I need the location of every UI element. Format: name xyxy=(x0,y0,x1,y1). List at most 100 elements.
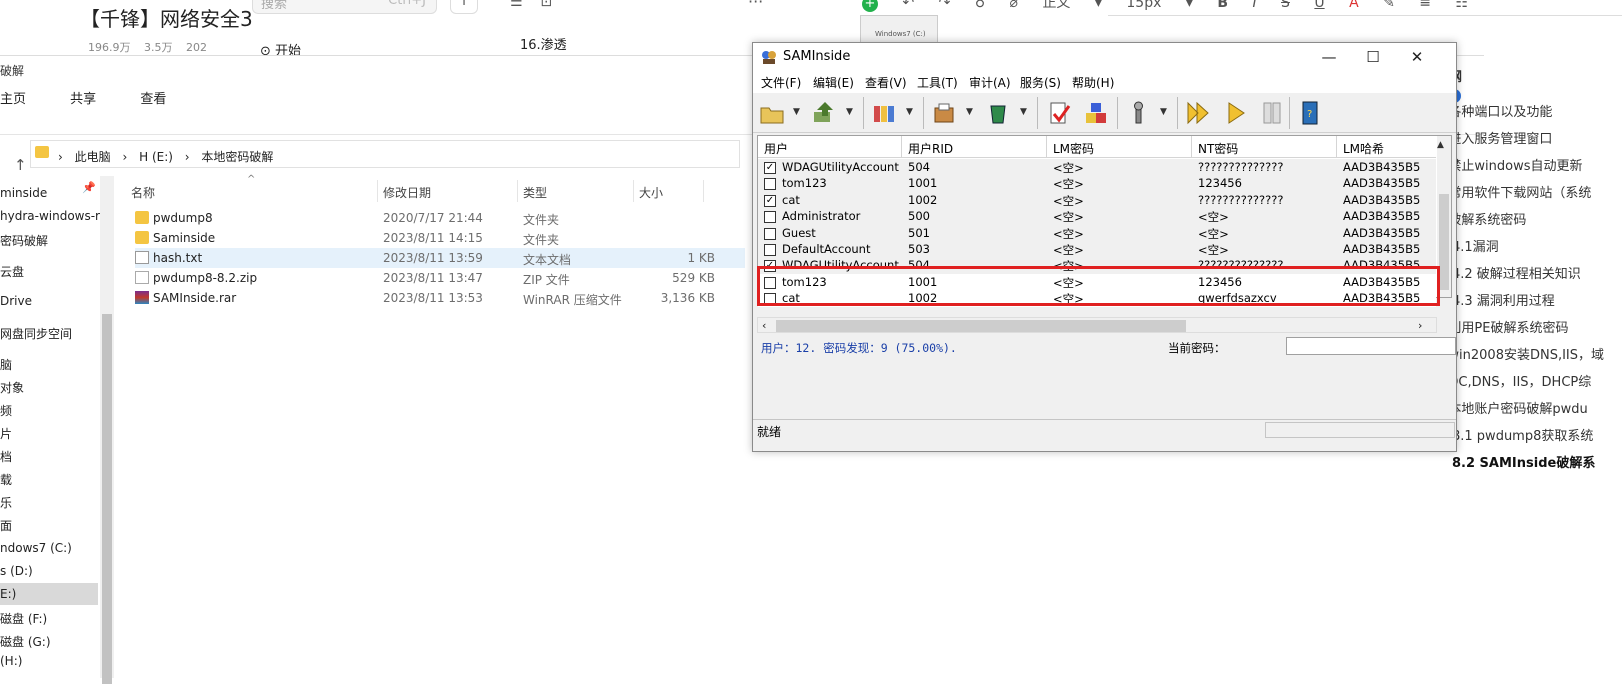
column-divider[interactable] xyxy=(901,136,902,158)
sidebar-item[interactable]: 片 xyxy=(0,425,12,442)
column-divider[interactable] xyxy=(377,180,378,202)
ribbon-tab-share[interactable]: 共享 xyxy=(70,92,96,107)
menu-item[interactable]: 审计(A) xyxy=(969,74,1011,91)
grid-row[interactable]: tom123 1001 <空> 123456 AAD3B435B5 xyxy=(758,175,1436,193)
sidebar-item[interactable]: 脑 xyxy=(0,356,12,373)
cubes-icon[interactable] xyxy=(1083,100,1109,126)
outline-item[interactable]: 4.3 漏洞利用过程 xyxy=(1452,290,1555,309)
strikethrough-icon[interactable]: S xyxy=(1281,0,1290,11)
breadcrumb-item[interactable]: H (E:) xyxy=(139,150,173,164)
column-rid[interactable]: 用户RID xyxy=(908,140,953,157)
ribbon-tab-home[interactable]: 主页 xyxy=(0,92,26,107)
align-icon[interactable]: ≡ xyxy=(1419,0,1431,11)
column-divider[interactable] xyxy=(517,180,518,202)
import-icon[interactable] xyxy=(811,100,837,126)
row-checkbox[interactable]: ✓ xyxy=(764,194,776,207)
column-lm-hash[interactable]: LM哈希 xyxy=(1343,140,1384,157)
vertical-scroll-thumb[interactable] xyxy=(1439,194,1449,290)
open-folder-icon[interactable] xyxy=(759,100,785,126)
grid-row[interactable]: ✓ WDAGUtilityAccount 504 <空>?????????????? A… xyxy=(758,159,1436,176)
sidebar-item[interactable]: 频 xyxy=(0,402,12,419)
paragraph-style-select[interactable]: 正文 ▾ xyxy=(1042,0,1101,12)
menu-item[interactable]: 文件(F) xyxy=(761,74,801,91)
dropdown-arrow-icon[interactable]: ▼ xyxy=(966,107,973,117)
grid-row[interactable]: ✓ cat 1002 <空>?????????????? AAD3B435B5 xyxy=(758,191,1436,209)
sidebar-item[interactable]: 磁盘 (F:) xyxy=(0,610,47,627)
row-checkbox[interactable] xyxy=(764,244,776,256)
menu-item[interactable]: 查看(V) xyxy=(865,74,907,91)
file-row[interactable]: pwdump8 2020/7/17 21:44 文件夹 xyxy=(135,208,745,228)
column-divider[interactable] xyxy=(1046,136,1047,158)
dropdown-arrow-icon[interactable]: ▼ xyxy=(793,107,800,117)
column-lm-password[interactable]: LM密码 xyxy=(1053,140,1094,157)
sidebar-item[interactable]: 乐 xyxy=(0,494,12,511)
breadcrumb-item[interactable]: 本地密码破解 xyxy=(201,150,273,164)
column-nt-password[interactable]: NT密码 xyxy=(1198,140,1238,157)
column-date[interactable]: 修改日期 xyxy=(383,184,431,201)
sidebar-item[interactable]: 云盘 xyxy=(0,263,24,280)
sidebar-item[interactable]: 网盘同步空间 xyxy=(0,325,72,342)
dropdown-arrow-icon[interactable]: ▼ xyxy=(1020,107,1027,117)
play-icon[interactable] xyxy=(1223,100,1249,126)
grid-row[interactable]: DefaultAccount 503 <空> <空> AAD3B435B5 xyxy=(758,241,1436,258)
up-arrow-icon[interactable]: ↑ xyxy=(14,156,27,174)
column-user[interactable]: 用户 xyxy=(764,140,788,157)
menu-item[interactable]: 编辑(E) xyxy=(813,74,854,91)
horizontal-scroll-thumb[interactable] xyxy=(776,320,1186,332)
sidebar-item[interactable]: (H:) xyxy=(0,654,22,668)
column-divider[interactable] xyxy=(633,180,634,202)
insert-icon[interactable]: + xyxy=(862,0,878,12)
outline-item[interactable]: 4.常用软件下载网站（系统 xyxy=(1436,182,1591,201)
sidebar-item[interactable]: 档 xyxy=(0,448,12,465)
sidebar-item[interactable]: 对象 xyxy=(0,379,24,396)
grid-row[interactable]: Administrator 500 <空> <空> AAD3B435B5 xyxy=(758,208,1436,226)
check-users-icon[interactable] xyxy=(1047,100,1073,126)
column-divider[interactable] xyxy=(1191,136,1192,158)
users-icon[interactable] xyxy=(871,100,897,126)
outline-item[interactable]: 8.本地账户密码破解pwdu xyxy=(1436,398,1588,417)
list-icon[interactable]: ☷ xyxy=(1455,0,1468,11)
export-icon[interactable] xyxy=(931,100,957,126)
title-bar[interactable]: SAMInside — ☐ ✕ xyxy=(753,43,1456,71)
scroll-left-icon[interactable]: ‹ xyxy=(762,319,766,332)
sidebar-item[interactable]: 载 xyxy=(0,471,12,488)
outline-item[interactable]: 4.1漏洞 xyxy=(1452,236,1499,255)
file-row[interactable]: hash.txt 2023/8/11 13:59 文本文档 1 KB xyxy=(135,248,745,268)
sidebar-scroll-thumb[interactable] xyxy=(102,314,112,684)
scroll-right-icon[interactable]: › xyxy=(1418,319,1422,332)
sidebar-item[interactable]: ndows7 (C:) xyxy=(0,541,72,555)
sidebar-item[interactable]: s (D:) xyxy=(0,564,33,578)
close-button[interactable]: ✕ xyxy=(1397,45,1437,69)
format-brush-icon[interactable]: ♁ xyxy=(975,0,985,11)
sidebar-item[interactable]: Drive xyxy=(0,294,32,308)
highlight-icon[interactable]: ✎ xyxy=(1383,0,1395,11)
clear-format-icon[interactable]: ⌀ xyxy=(1010,0,1018,11)
sidebar-item[interactable]: E:) xyxy=(0,587,16,601)
breadcrumb-item[interactable]: 此电脑 xyxy=(75,150,111,164)
help-book-icon[interactable]: ? xyxy=(1297,100,1323,126)
more-icon[interactable]: ··· xyxy=(748,0,763,11)
add-button[interactable]: + xyxy=(450,0,478,14)
sidebar-item[interactable]: 磁盘 (G:) xyxy=(0,633,51,650)
maximize-button[interactable]: ☐ xyxy=(1353,45,1393,69)
redo-icon[interactable]: ↷ xyxy=(939,0,951,11)
font-size-select[interactable]: 15px ▾ xyxy=(1126,0,1192,11)
delete-icon[interactable] xyxy=(985,100,1011,126)
outline-item[interactable]: 4.2 破解过程相关知识 xyxy=(1452,263,1581,282)
file-row[interactable]: SAMInside.rar 2023/8/11 13:53 WinRAR 压缩文件 3… xyxy=(135,288,745,308)
ribbon-tab-view[interactable]: 查看 xyxy=(140,92,166,107)
file-row[interactable]: pwdump8-8.2.zip 2023/8/11 13:47 ZIP 文件 529 … xyxy=(135,268,745,288)
sidebar-item[interactable]: 面 xyxy=(0,517,12,534)
doc-view-icons[interactable]: ☰ ⊡ xyxy=(510,0,552,10)
column-divider[interactable] xyxy=(703,180,704,202)
horizontal-scrollbar[interactable]: ‹ › xyxy=(757,317,1437,333)
sidebar-item[interactable]: minside xyxy=(0,186,47,200)
minimize-button[interactable]: — xyxy=(1309,45,1349,69)
pause-icon[interactable] xyxy=(1259,100,1285,126)
column-divider[interactable] xyxy=(1336,136,1337,158)
outline-item[interactable]: 3.禁止windows自动更新 xyxy=(1436,155,1583,174)
outline-item[interactable]: 8.2 SAMInside破解系 xyxy=(1452,452,1595,471)
row-checkbox[interactable] xyxy=(764,178,776,191)
file-row[interactable]: Saminside 2023/8/11 14:15 文件夹 xyxy=(135,228,745,248)
settings-wrench-icon[interactable] xyxy=(1125,100,1151,126)
